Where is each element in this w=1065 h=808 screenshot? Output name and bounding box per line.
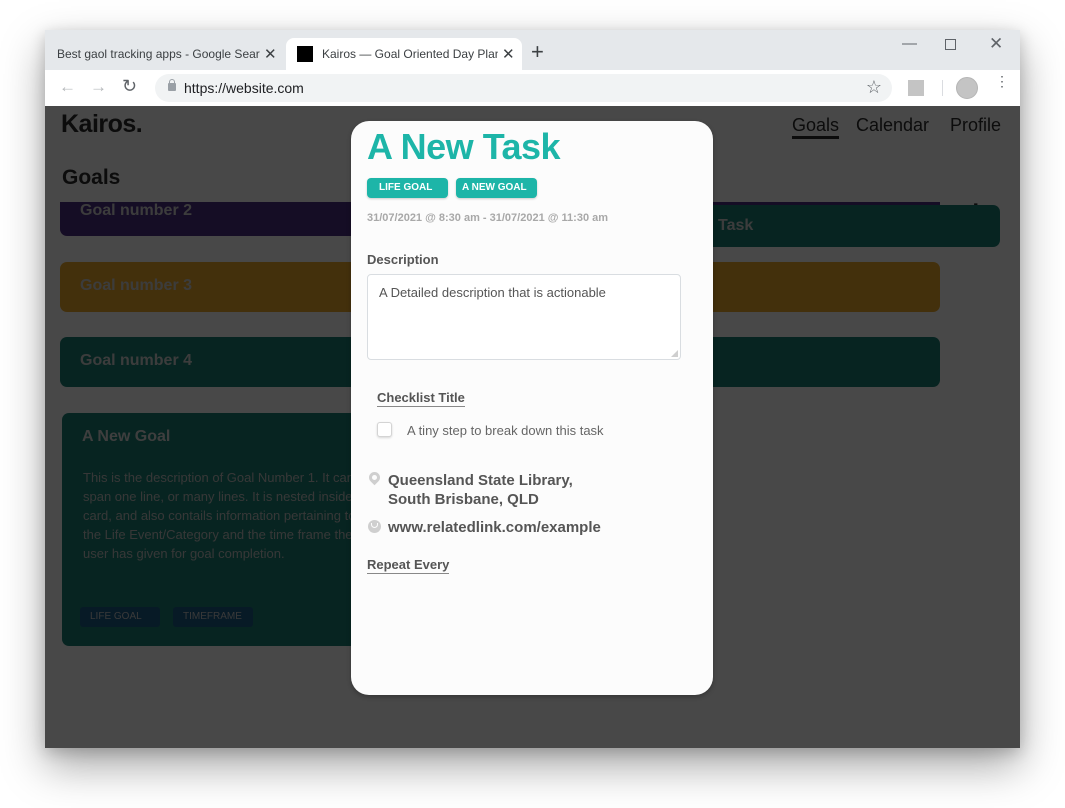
close-tab-icon[interactable]: ✕ xyxy=(502,47,515,62)
forward-arrow-icon[interactable]: → xyxy=(90,78,107,95)
task-title: A New Task xyxy=(367,126,561,167)
menu-kebab-icon[interactable]: ⋮ xyxy=(995,74,1009,88)
page-content: Kairos. Goals Calendar Profile Goals + G… xyxy=(45,106,1020,748)
back-arrow-icon[interactable]: ← xyxy=(59,78,76,95)
maximize-icon[interactable] xyxy=(945,39,956,50)
resize-handle[interactable] xyxy=(671,350,678,357)
minimize-icon[interactable]: — xyxy=(902,36,917,51)
tab-kairos[interactable]: Kairos — Goal Oriented Day Planner ✕ xyxy=(286,38,522,70)
description-input[interactable]: A Detailed description that is actionabl… xyxy=(367,274,681,360)
description-label: Description xyxy=(367,252,439,267)
tab-google-search[interactable]: Best gaol tracking apps - Google Search … xyxy=(45,38,285,70)
related-link[interactable]: www.relatedlink.com/example xyxy=(388,519,601,536)
browser-window: Best gaol tracking apps - Google Search … xyxy=(45,30,1020,748)
task-location: Queensland State Library, South Brisbane… xyxy=(388,471,573,509)
close-window-icon[interactable]: ✕ xyxy=(989,35,1003,52)
checklist-checkbox[interactable] xyxy=(377,422,392,437)
location-line-1: Queensland State Library, xyxy=(388,472,573,489)
tab-title: Kairos — Goal Oriented Day Planner xyxy=(322,47,498,61)
new-tab-button[interactable]: + xyxy=(531,41,544,63)
location-pin-icon xyxy=(366,469,383,486)
tab-title: Best gaol tracking apps - Google Search xyxy=(57,47,260,61)
globe-icon xyxy=(368,520,381,533)
checklist-title[interactable]: Checklist Title xyxy=(377,390,465,407)
browser-toolbar: ← → ↻ https://website.com ☆ ⋮ xyxy=(45,70,1020,106)
repeat-every-button[interactable]: Repeat Every xyxy=(367,557,450,574)
profile-avatar[interactable] xyxy=(956,77,978,99)
task-modal: A New Task LIFE GOAL A NEW GOAL 31/07/20… xyxy=(351,121,713,695)
bookmark-star-icon[interactable]: ☆ xyxy=(866,77,882,98)
close-tab-icon[interactable]: ✕ xyxy=(264,47,277,62)
lock-icon xyxy=(168,79,176,91)
task-tag[interactable]: LIFE GOAL xyxy=(367,178,448,198)
checklist-item-text: A tiny step to break down this task xyxy=(407,423,604,438)
url-text[interactable]: https://website.com xyxy=(184,80,304,96)
extension-icon[interactable] xyxy=(908,80,924,96)
tab-strip: Best gaol tracking apps - Google Search … xyxy=(45,30,1020,70)
reload-icon[interactable]: ↻ xyxy=(122,77,137,95)
task-datetime: 31/07/2021 @ 8:30 am - 31/07/2021 @ 11:3… xyxy=(367,212,609,224)
favicon-icon xyxy=(297,46,313,62)
toolbar-divider xyxy=(942,80,943,96)
location-line-2: South Brisbane, QLD xyxy=(388,491,539,508)
task-tag[interactable]: A NEW GOAL xyxy=(456,178,537,198)
address-bar[interactable]: https://website.com ☆ xyxy=(155,74,892,102)
